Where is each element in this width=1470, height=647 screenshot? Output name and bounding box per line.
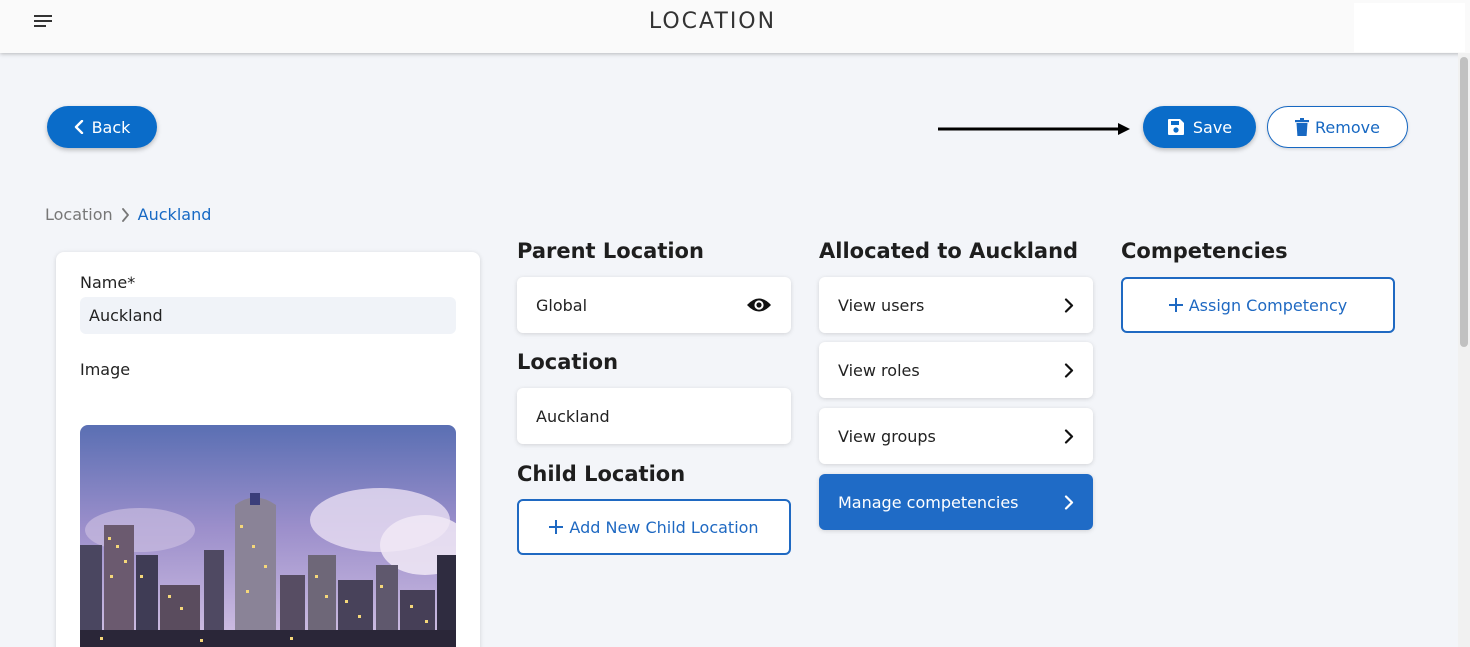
parent-location-heading: Parent Location <box>517 239 704 263</box>
plus-icon <box>549 520 564 534</box>
breadcrumb: Location Auckland <box>45 205 211 224</box>
back-button-label: Back <box>91 117 131 137</box>
location-tile: Auckland <box>517 388 791 444</box>
parent-location-value: Global <box>536 295 588 315</box>
chevron-right-icon <box>1064 494 1074 510</box>
page-title: LOCATION <box>648 9 777 34</box>
remove-button[interactable]: Remove <box>1267 106 1408 148</box>
annotation-arrow <box>938 123 1130 135</box>
save-button-label: Save <box>1192 117 1233 137</box>
manage-competencies-label: Manage competencies <box>838 492 1019 512</box>
view-users-label: View users <box>838 295 925 315</box>
manage-competencies-link[interactable]: Manage competencies <box>819 474 1093 530</box>
plus-icon <box>1168 298 1183 312</box>
view-roles-link[interactable]: View roles <box>819 342 1093 398</box>
trash-icon <box>1295 118 1310 136</box>
breadcrumb-current: Auckland <box>137 205 212 224</box>
chevron-left-icon <box>74 120 84 134</box>
name-input[interactable] <box>80 297 456 334</box>
chevron-right-icon <box>1064 297 1074 313</box>
add-child-location-label: Add New Child Location <box>569 517 759 537</box>
remove-button-label: Remove <box>1315 117 1380 137</box>
location-details-card: Name* Image <box>56 252 480 647</box>
child-location-heading: Child Location <box>517 462 686 486</box>
image-field-label: Image <box>80 360 131 379</box>
view-groups-link[interactable]: View groups <box>819 408 1093 464</box>
location-value: Auckland <box>536 406 610 426</box>
scrollbar-thumb[interactable] <box>1460 57 1468 347</box>
allocated-heading: Allocated to Auckland <box>819 239 1079 263</box>
chevron-right-icon <box>121 207 130 222</box>
breadcrumb-root[interactable]: Location <box>45 205 113 224</box>
chevron-right-icon <box>1064 428 1074 444</box>
add-child-location-button[interactable]: Add New Child Location <box>517 499 791 555</box>
header-blank-area <box>1354 3 1465 52</box>
name-field-label: Name* <box>80 273 136 292</box>
competencies-heading: Competencies <box>1121 239 1288 263</box>
assign-competency-button[interactable]: Assign Competency <box>1121 277 1395 333</box>
back-button[interactable]: Back <box>47 106 157 148</box>
top-app-bar: LOCATION <box>0 0 1470 53</box>
location-image[interactable] <box>80 425 456 647</box>
eye-icon[interactable] <box>746 296 772 314</box>
view-roles-label: View roles <box>838 360 920 380</box>
assign-competency-label: Assign Competency <box>1188 295 1348 315</box>
parent-location-tile: Global <box>517 277 791 333</box>
view-users-link[interactable]: View users <box>819 277 1093 333</box>
save-button[interactable]: Save <box>1143 106 1256 148</box>
view-groups-label: View groups <box>838 426 936 446</box>
location-heading: Location <box>517 350 619 374</box>
chevron-right-icon <box>1064 362 1074 378</box>
floppy-disk-icon <box>1167 118 1185 136</box>
